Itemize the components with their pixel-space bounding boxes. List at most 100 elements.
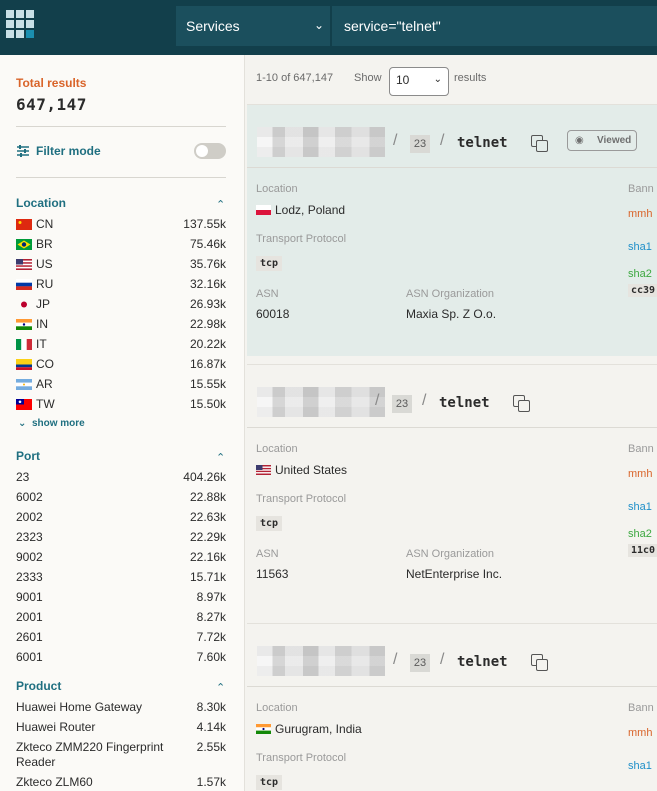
flag-br-icon [16, 239, 32, 250]
banner-label: Bann [628, 443, 654, 455]
facet-item-port[interactable]: 2323 22.29k [16, 528, 226, 546]
result-card[interactable]: / 23 / telnet ◉ Viewed Location Lodz, Po… [247, 104, 657, 356]
facet-item-port[interactable]: 2333 15.71k [16, 568, 226, 586]
result-card[interactable]: / 23 / telnet Location United States Tra… [247, 364, 657, 614]
show-more-link[interactable]: ⌄ show more [18, 418, 85, 429]
search-scope-value: Services [186, 18, 240, 34]
facet-item-count: 22.63k [189, 510, 226, 524]
facet-item-count: 26.93k [189, 297, 226, 311]
filter-mode-toggle[interactable] [194, 143, 226, 159]
show-more-label: show more [31, 418, 85, 429]
facet-item-location[interactable]: CN 137.55k [16, 215, 226, 233]
facet-item-location[interactable]: RU 32.16k [16, 275, 226, 293]
banner-hash-label[interactable]: mmh [628, 468, 652, 480]
facet-item-location[interactable]: BR 75.46k [16, 235, 226, 253]
asn-org-value[interactable]: NetEnterprise Inc. [406, 567, 502, 581]
facet-title-location[interactable]: Location [16, 196, 66, 210]
facet-item-name: 2002 [16, 510, 43, 524]
facet-item-name: CN [36, 217, 54, 231]
separator: / [393, 651, 398, 668]
hash-value: cc39 [628, 284, 657, 297]
facet-title-product[interactable]: Product [16, 679, 61, 693]
chevron-up-icon[interactable]: ⌃ [216, 451, 225, 464]
transport-tag: tcp [256, 256, 283, 271]
copy-icon[interactable] [511, 393, 531, 413]
facet-item-port[interactable]: 23 404.26k [16, 468, 226, 486]
separator: / [440, 132, 445, 149]
facet-item-count: 22.16k [189, 550, 226, 564]
facet-item-name: 2323 [16, 530, 43, 544]
facet-item-location[interactable]: CO 16.87k [16, 355, 226, 373]
facet-item-name: 2001 [16, 610, 43, 624]
facet-item-port[interactable]: 2002 22.63k [16, 508, 226, 526]
per-page-select[interactable]: 10 ⌄ [389, 67, 449, 96]
facet-item-count: 22.29k [189, 530, 226, 544]
asn-org-value[interactable]: Maxia Sp. Z O.o. [406, 307, 496, 321]
facet-item-count: 8.97k [196, 590, 226, 604]
facet-item-location[interactable]: IN 22.98k [16, 315, 226, 333]
sha1-label[interactable]: sha1 [628, 241, 652, 253]
copy-icon[interactable] [529, 133, 549, 153]
facet-title-port[interactable]: Port [16, 449, 40, 463]
facet-item-count: 137.55k [183, 217, 226, 231]
logo-icon[interactable] [6, 10, 36, 40]
port-badge[interactable]: 23 [392, 395, 412, 413]
transport-tag: tcp [256, 516, 283, 531]
sha256-label[interactable]: sha2 [628, 268, 652, 280]
facet-item-location[interactable]: US 35.76k [16, 255, 226, 273]
service-name[interactable]: telnet [457, 135, 508, 151]
flag-co-icon [16, 359, 32, 370]
result-card[interactable]: / 23 / telnet Location Gurugram, India T… [247, 623, 657, 791]
redacted-ip-address[interactable] [257, 387, 385, 417]
eye-icon: ◉ [575, 135, 584, 146]
port-badge[interactable]: 23 [410, 135, 430, 153]
asn-org-label: ASN Organization [406, 548, 495, 560]
facet-item-location[interactable]: TW 15.50k [16, 395, 226, 413]
sha256-label[interactable]: sha2 [628, 528, 652, 540]
facet-item-port[interactable]: 2601 7.72k [16, 628, 226, 646]
chevron-up-icon[interactable]: ⌃ [216, 198, 225, 211]
facet-item-product[interactable]: Zkteco ZLM60 1.57k [16, 773, 226, 791]
facet-item-location[interactable]: IT 20.22k [16, 335, 226, 353]
facet-item-name: Zkteco ZLM60 [16, 775, 93, 789]
facet-item-location[interactable]: AR 15.55k [16, 375, 226, 393]
search-input[interactable]: service="telnet" [332, 6, 657, 46]
viewed-label: Viewed [597, 135, 632, 146]
facet-item-count: 32.16k [189, 277, 226, 291]
facet-item-product[interactable]: Huawei Home Gateway 8.30k [16, 698, 226, 716]
sha1-label[interactable]: sha1 [628, 760, 652, 772]
facet-item-count: 7.60k [196, 650, 226, 664]
facet-item-port[interactable]: 9001 8.97k [16, 588, 226, 606]
sha1-label[interactable]: sha1 [628, 501, 652, 513]
banner-hash-label[interactable]: mmh [628, 727, 652, 739]
facet-item-port[interactable]: 9002 22.16k [16, 548, 226, 566]
banner-label: Bann [628, 183, 654, 195]
separator: / [440, 651, 445, 668]
service-name[interactable]: telnet [439, 395, 490, 411]
facet-sidebar: Total results 647,147 Filter mode Locati… [0, 55, 245, 791]
facet-item-location[interactable]: JP 26.93k [16, 295, 226, 313]
chevron-up-icon[interactable]: ⌃ [216, 681, 225, 694]
facet-item-product[interactable]: Zkteco ZMM220 Fingerprint Reader 2.55k [16, 738, 226, 770]
facet-item-count: 404.26k [183, 470, 226, 484]
search-scope-select[interactable]: Services ⌄ [176, 6, 330, 46]
facet-item-port[interactable]: 6001 7.60k [16, 648, 226, 666]
flag-tw-icon [16, 399, 32, 410]
facet-item-product[interactable]: Huawei Router 4.14k [16, 718, 226, 736]
chevron-down-icon: ⌄ [313, 18, 324, 32]
copy-icon[interactable] [529, 652, 549, 672]
facet-item-port[interactable]: 2001 8.27k [16, 608, 226, 626]
facet-item-count: 7.72k [196, 630, 226, 644]
flag-ar-icon [16, 379, 32, 390]
asn-value[interactable]: 11563 [256, 567, 288, 581]
location-label: Location [256, 183, 298, 195]
service-name[interactable]: telnet [457, 654, 508, 670]
facet-item-port[interactable]: 6002 22.88k [16, 488, 226, 506]
redacted-ip-address[interactable] [257, 127, 385, 157]
top-bar: Services ⌄ service="telnet" [0, 0, 657, 55]
redacted-ip-address[interactable] [257, 646, 385, 676]
asn-value[interactable]: 60018 [256, 307, 289, 321]
banner-hash-label[interactable]: mmh [628, 208, 652, 220]
port-badge[interactable]: 23 [410, 654, 430, 672]
facet-item-count: 35.76k [189, 257, 226, 271]
